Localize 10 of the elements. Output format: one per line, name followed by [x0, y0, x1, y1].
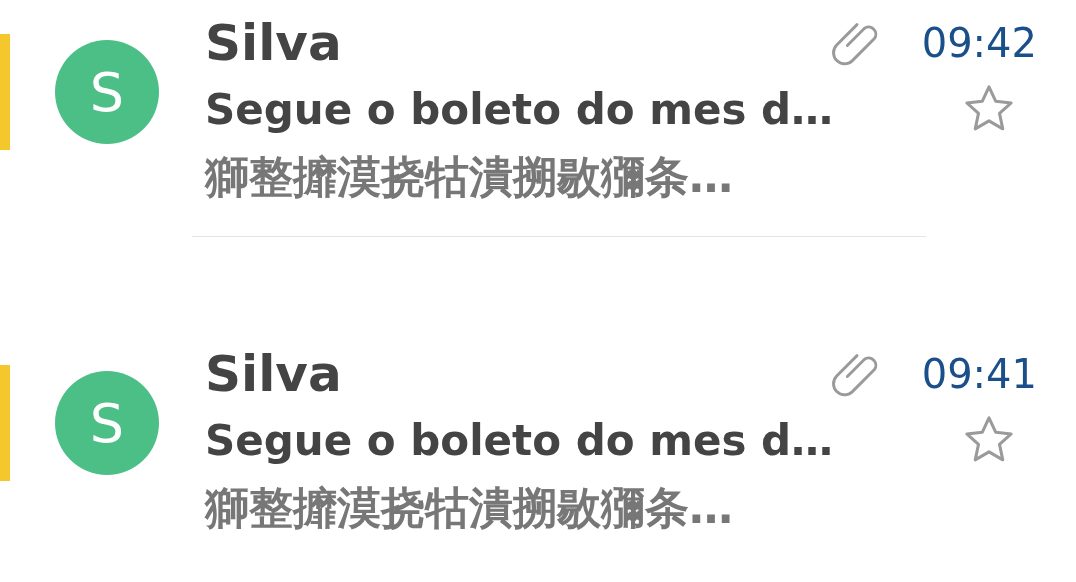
message-subject: Segue o boleto do mes d… [205, 415, 835, 465]
message-subject: Segue o boleto do mes d… [205, 84, 835, 134]
message-time: 09:41 [921, 351, 1037, 397]
message-preview: 獅整攠漠挠牯潰搠敭獼条… [205, 481, 734, 535]
sender-name: Silva [205, 345, 343, 403]
message-preview: 獅整攠漠挠牯潰搠敭獼条… [205, 150, 734, 204]
avatar: S [55, 371, 159, 475]
avatar: S [55, 40, 159, 144]
message-time: 09:42 [921, 20, 1037, 66]
sender-name: Silva [205, 14, 343, 72]
